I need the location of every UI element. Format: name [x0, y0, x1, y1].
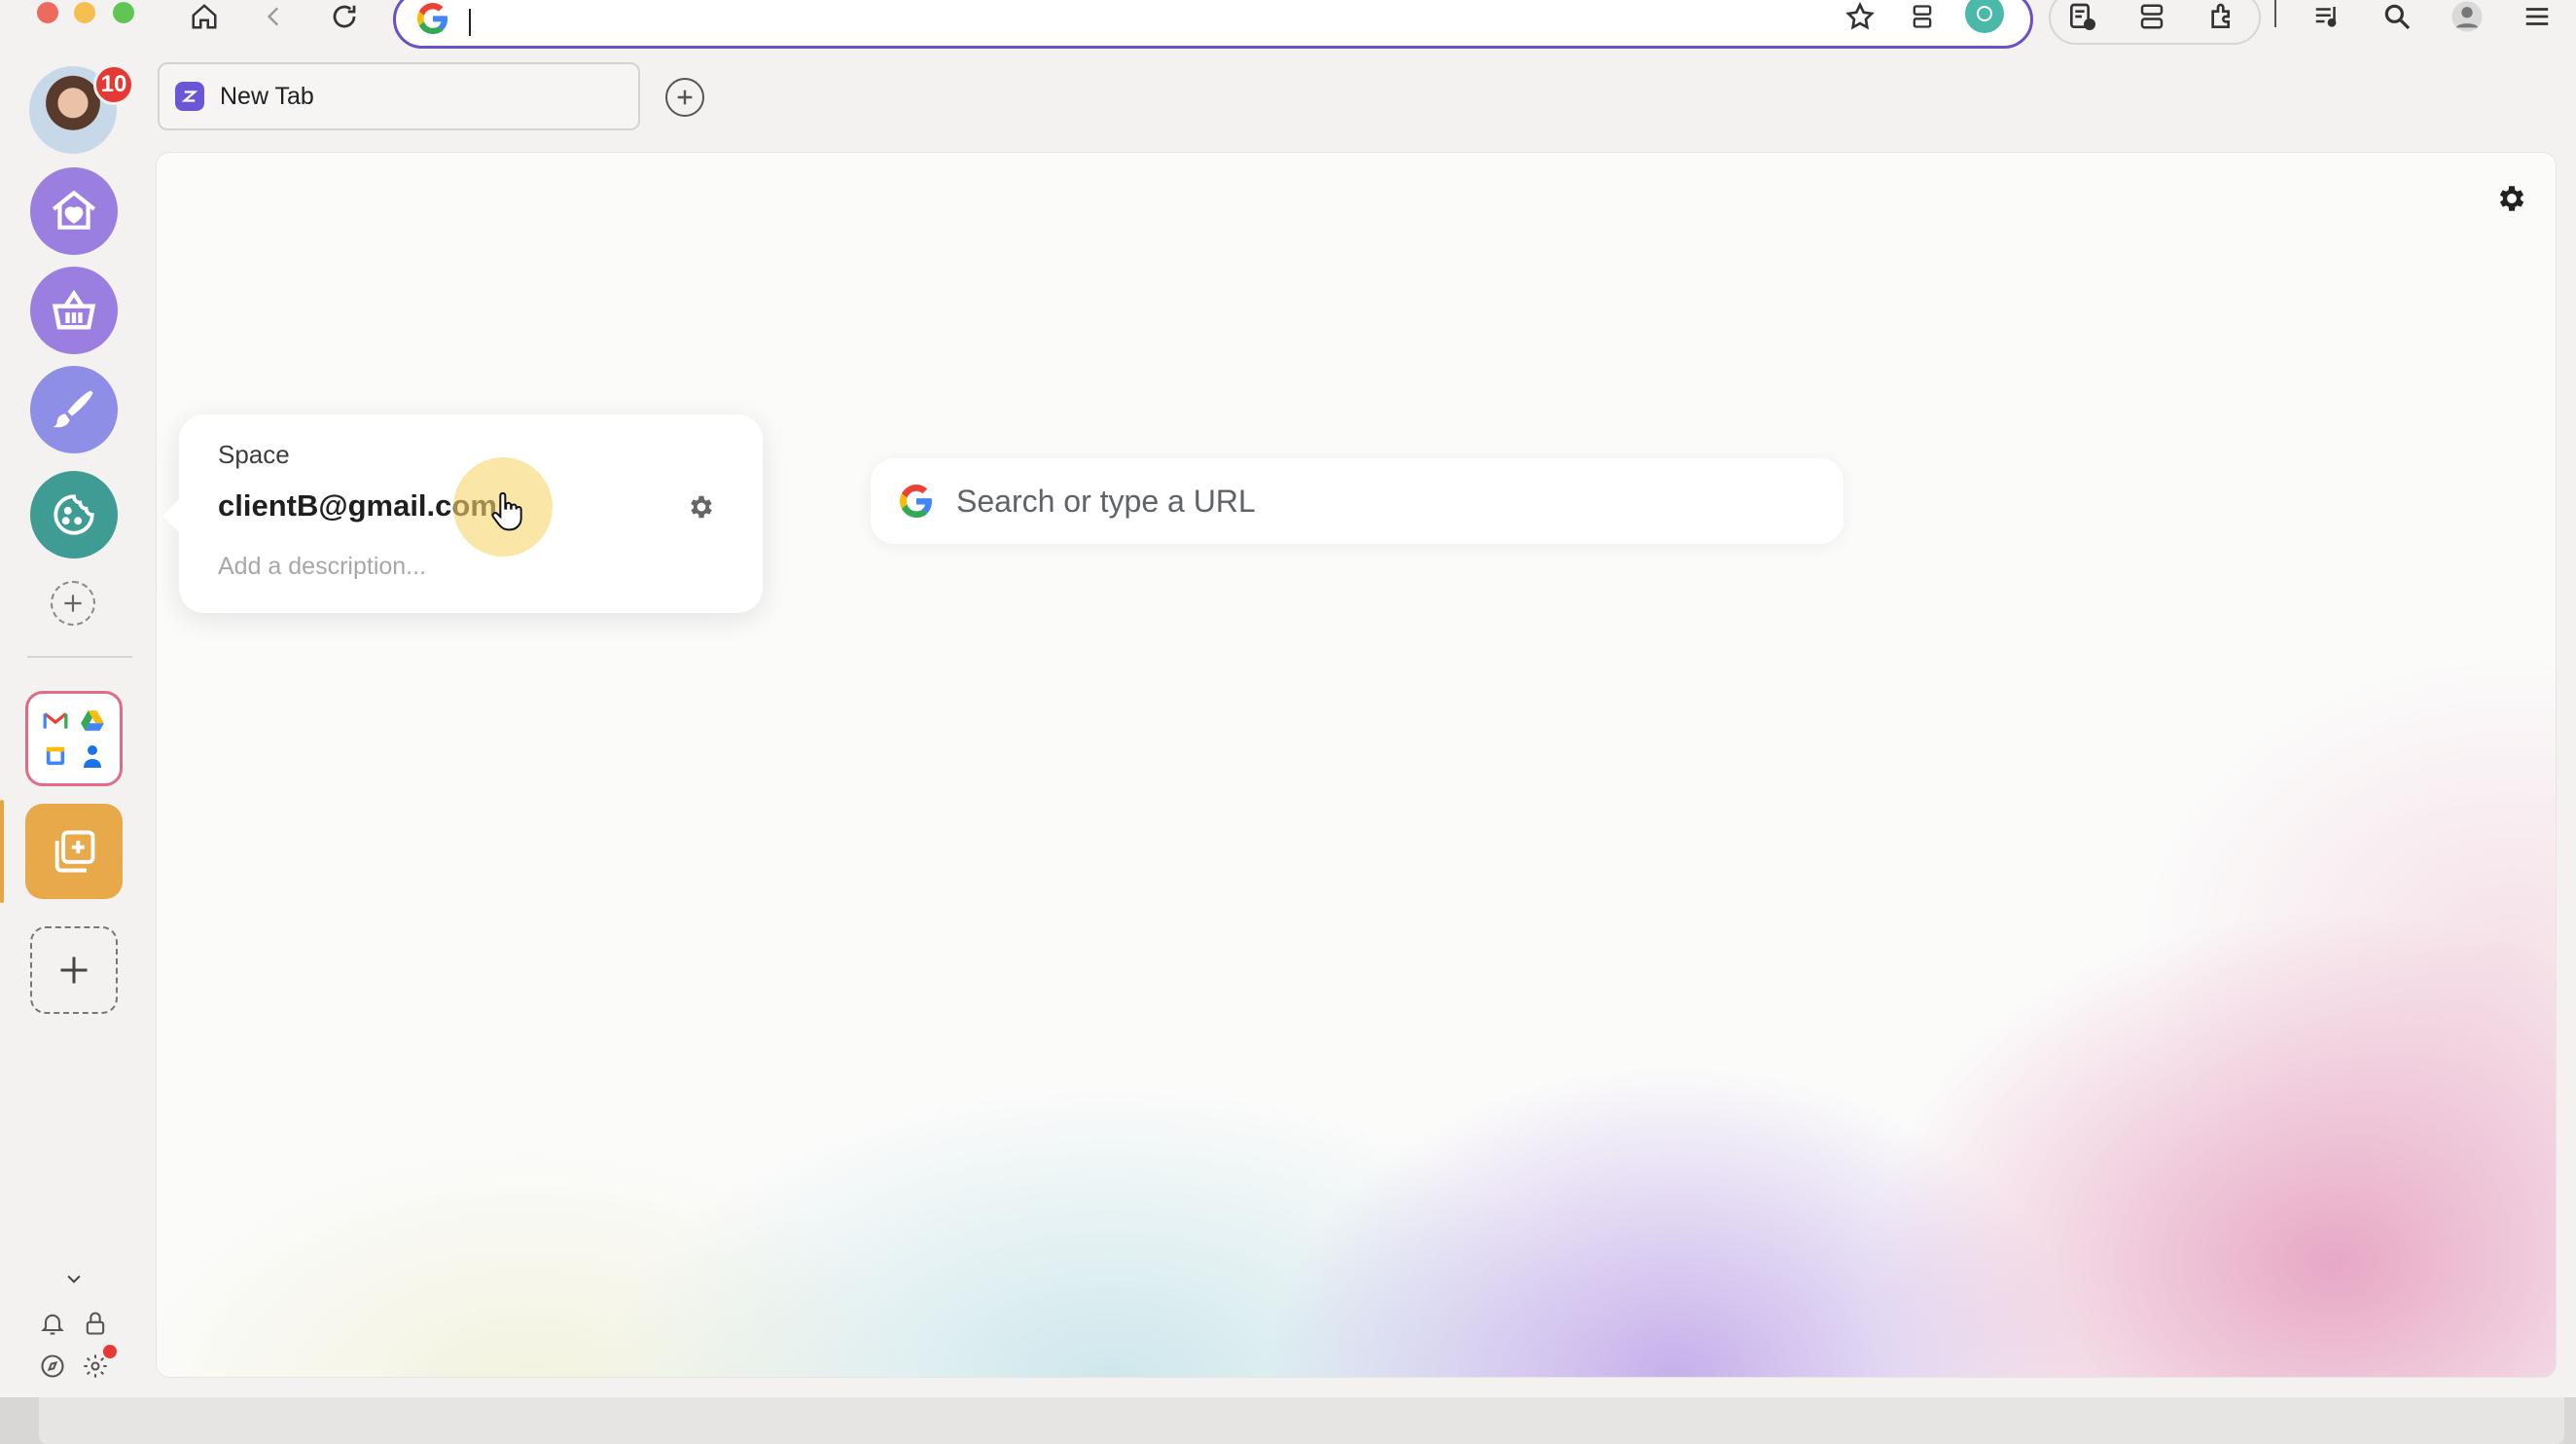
- contacts-icon: [77, 740, 108, 772]
- new-tab-page: [156, 152, 2557, 1378]
- browser-logo-icon: [175, 82, 204, 111]
- bell-icon: [41, 1314, 64, 1335]
- search-box: [871, 458, 1843, 544]
- drive-icon: [77, 705, 108, 735]
- plus-icon: [64, 595, 82, 612]
- space-design-button[interactable]: [30, 366, 118, 453]
- hand-cursor-icon: [490, 492, 523, 531]
- space-cookie-button[interactable]: [30, 471, 118, 559]
- gear-icon: [2499, 186, 2524, 211]
- music-queue-icon: [2315, 7, 2337, 27]
- sidebar-toggle-button[interactable]: [2132, 0, 2171, 33]
- lock-icon: [86, 1312, 105, 1335]
- sidebar-divider: [27, 656, 132, 658]
- notification-badge: 10: [93, 64, 134, 105]
- bookmark-button[interactable]: [1841, 0, 1879, 33]
- hamburger-icon: [2525, 8, 2549, 25]
- space-home-button[interactable]: [30, 167, 118, 255]
- space-shopping-button[interactable]: [30, 267, 118, 354]
- profile-button[interactable]: [2448, 0, 2487, 33]
- page-settings-button[interactable]: [2495, 182, 2528, 215]
- tab-new-tab[interactable]: New Tab: [158, 62, 640, 130]
- media-controls-button[interactable]: [2308, 0, 2346, 33]
- add-app-button[interactable]: [30, 926, 118, 1014]
- space-settings-button[interactable]: [687, 492, 716, 522]
- window-minimize-button[interactable]: [74, 2, 95, 23]
- reading-list-button[interactable]: [2062, 0, 2101, 33]
- plus-icon: [677, 90, 693, 105]
- stack-icon: [2140, 4, 2164, 29]
- search-input[interactable]: [956, 483, 1812, 520]
- home-heart-icon: [52, 190, 96, 230]
- lock-button[interactable]: [80, 1308, 111, 1339]
- search-icon: [2384, 4, 2411, 30]
- google-icon: [417, 3, 447, 34]
- tab-title: New Tab: [220, 82, 314, 110]
- gear-icon: [691, 495, 712, 519]
- space-description-input[interactable]: Add a description...: [218, 553, 426, 581]
- gmail-icon: [40, 705, 71, 735]
- menu-button[interactable]: [2518, 0, 2557, 33]
- compass-icon: [41, 1354, 64, 1378]
- plus-icon: [60, 957, 88, 984]
- space-tabs-tile[interactable]: [25, 804, 123, 899]
- reload-button[interactable]: [325, 0, 364, 33]
- home-icon: [192, 4, 217, 29]
- space-label: Space: [218, 440, 290, 469]
- stack-icon: [1913, 5, 1932, 28]
- google-apps-tile[interactable]: [25, 691, 123, 786]
- new-tab-button[interactable]: [665, 78, 704, 117]
- add-to-collection-icon: [54, 830, 95, 873]
- basket-icon: [52, 289, 96, 330]
- window-zoom-button[interactable]: [113, 2, 134, 23]
- tab-layout-button[interactable]: [1903, 0, 1942, 33]
- dock-panel: [39, 1397, 2564, 1444]
- active-space-indicator: [0, 800, 4, 903]
- back-button[interactable]: [255, 0, 294, 33]
- chevron-down-icon: [67, 1275, 81, 1283]
- explore-button[interactable]: [37, 1351, 68, 1382]
- home-button[interactable]: [185, 0, 224, 33]
- calendar-icon: [40, 740, 71, 772]
- extensions-button[interactable]: [2202, 0, 2241, 33]
- puzzle-icon: [2211, 3, 2230, 28]
- teal-extension-icon: [1965, 0, 2004, 33]
- add-space-button[interactable]: [51, 581, 95, 626]
- sidebar-expand-button[interactable]: [58, 1263, 89, 1294]
- toolbar-separator: [2274, 0, 2276, 27]
- brush-icon: [53, 390, 93, 428]
- address-bar[interactable]: [393, 0, 2033, 49]
- reading-list-icon: [2070, 3, 2095, 30]
- star-icon: [1845, 1, 1875, 30]
- person-icon: [2451, 1, 2483, 32]
- window-close-button[interactable]: [37, 2, 58, 23]
- text-caret: [469, 9, 471, 36]
- notifications-button[interactable]: [37, 1308, 68, 1339]
- extension-teal-button[interactable]: [1965, 0, 2004, 33]
- search-button[interactable]: [2378, 0, 2416, 33]
- chevron-left-icon: [267, 7, 279, 26]
- cookie-icon: [54, 494, 94, 535]
- settings-alert-dot: [103, 1345, 117, 1358]
- google-icon: [900, 485, 932, 518]
- reload-icon: [333, 5, 356, 28]
